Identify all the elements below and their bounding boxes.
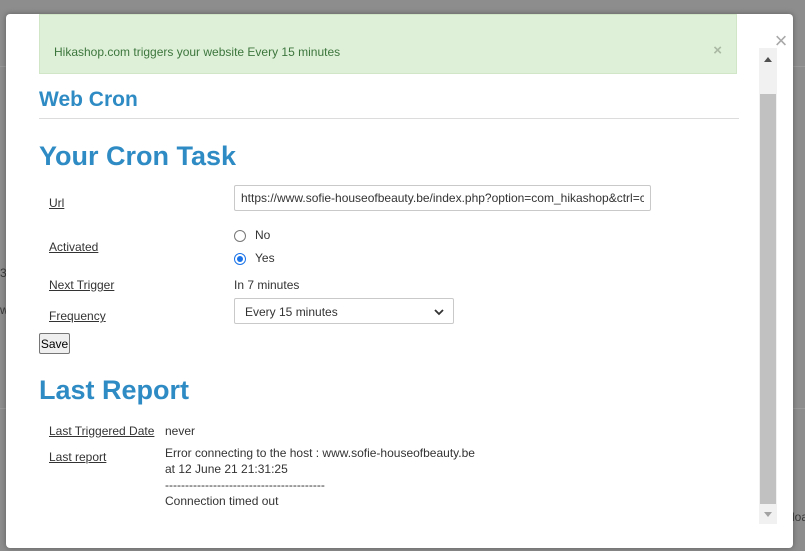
radio-yes[interactable] [234,253,246,265]
report-line: at 12 June 21 21:31:25 [165,462,288,476]
cron-task-heading: Your Cron Task [39,141,237,171]
activated-label: Activated [49,240,99,254]
last-report-text: Error connecting to the host : www.sofie… [165,445,475,509]
save-button[interactable]: Save [39,333,70,354]
alert-close-icon[interactable]: × [713,42,722,59]
background-text-fragment: loa [792,510,805,524]
next-trigger-value: In 7 minutes [234,278,300,292]
modal-close-icon[interactable]: × [772,30,790,52]
scrollbar-thumb[interactable] [760,94,776,504]
frequency-selected-value: Every 15 minutes [245,305,338,319]
report-line: Error connecting to the host : www.sofie… [165,446,475,460]
modal-content: Hikashop.com triggers your website Every… [6,14,758,548]
frequency-label: Frequency [49,309,106,323]
url-input[interactable] [234,185,651,211]
chevron-down-icon [434,309,444,316]
vertical-scrollbar[interactable] [759,48,777,524]
radio-no[interactable] [234,230,246,242]
section-divider [39,118,739,119]
last-triggered-value: never [165,424,196,438]
last-report-label: Last report [49,450,107,464]
scroll-up-arrow-icon[interactable] [759,52,777,68]
radio-no-label: No [255,228,271,242]
report-line: Connection timed out [165,494,279,508]
alert-message: Hikashop.com triggers your website Every… [54,45,341,59]
report-separator: ---------------------------------------- [165,478,325,492]
section-title: Web Cron [39,88,138,111]
url-label: Url [49,196,65,210]
last-report-heading: Last Report [39,375,190,405]
cron-modal: Hikashop.com triggers your website Every… [6,14,793,548]
success-alert: Hikashop.com triggers your website Every… [39,14,737,74]
frequency-select[interactable]: Every 15 minutes [234,298,454,324]
last-triggered-label: Last Triggered Date [49,424,155,438]
next-trigger-label: Next Trigger [49,278,115,292]
radio-yes-label: Yes [255,251,275,265]
scroll-down-arrow-icon[interactable] [759,506,777,522]
